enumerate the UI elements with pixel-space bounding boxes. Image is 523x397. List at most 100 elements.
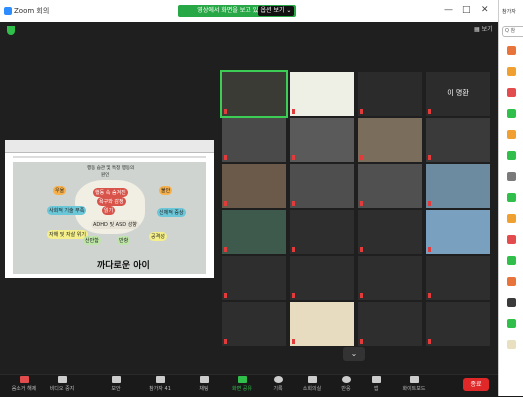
microphone-icon	[19, 376, 29, 383]
whiteboard-button[interactable]: 화이트보드	[394, 376, 434, 392]
share-label: 화면 공유	[232, 386, 252, 392]
share-screen-button[interactable]: 화면 공유	[222, 376, 262, 392]
mute-button[interactable]: 음소거 해제	[4, 376, 44, 392]
slide-center-1: 행동 속 숨겨진	[93, 188, 128, 197]
participant-tile[interactable]	[290, 256, 354, 300]
participant-avatar[interactable]	[507, 319, 516, 328]
shared-screen: 행동 습관 및 특정 행동의 원인 행동 속 숨겨진 욕구와 감정 읽기 ADH…	[5, 140, 214, 278]
mute-label: 음소거 해제	[11, 386, 37, 392]
slide-pill-6: 공격성	[149, 232, 167, 241]
participant-search-input[interactable]: Q 참	[502, 26, 523, 37]
close-button[interactable]: ✕	[481, 5, 489, 15]
minimize-button[interactable]: —	[444, 5, 453, 15]
participant-tile[interactable]	[426, 118, 490, 162]
participant-tile[interactable]	[290, 302, 354, 346]
end-meeting-button[interactable]: 종료	[463, 378, 489, 391]
participant-tile[interactable]	[358, 210, 422, 254]
participant-avatar[interactable]	[507, 130, 516, 139]
slide-pill-4: 신체적 증상	[157, 208, 186, 217]
muted-mic-icon	[428, 247, 431, 252]
participant-avatar[interactable]	[507, 235, 516, 244]
zoom-icon	[4, 7, 12, 15]
participants-button[interactable]: 참가자 41	[140, 376, 180, 392]
apps-icon	[371, 376, 381, 383]
share-icon	[237, 376, 247, 383]
participant-avatar[interactable]	[507, 193, 516, 202]
participant-avatar[interactable]	[507, 340, 516, 349]
participant-avatar[interactable]	[507, 277, 516, 286]
muted-mic-icon	[224, 201, 227, 206]
muted-mic-icon	[224, 247, 227, 252]
people-icon	[155, 376, 165, 383]
slide-pill-2: 불안	[159, 186, 173, 195]
presentation-slide: 행동 습관 및 특정 행동의 원인 행동 속 숨겨진 욕구와 감정 읽기 ADH…	[13, 162, 206, 274]
reactions-label: 반응	[341, 386, 351, 392]
participant-avatar[interactable]	[507, 256, 516, 265]
participant-tile[interactable]	[426, 164, 490, 208]
muted-mic-icon	[360, 293, 363, 298]
participant-tile[interactable]	[290, 72, 354, 116]
participant-tile[interactable]	[358, 164, 422, 208]
panel-header: 참가자	[502, 9, 516, 15]
participant-avatar[interactable]	[507, 67, 516, 76]
muted-mic-icon	[360, 201, 363, 206]
muted-mic-icon	[360, 155, 363, 160]
participant-tile[interactable]: 이 명환	[426, 72, 490, 116]
participant-avatar[interactable]	[507, 172, 516, 181]
muted-mic-icon	[428, 339, 431, 344]
muted-mic-icon	[428, 155, 431, 160]
participant-tile[interactable]	[290, 118, 354, 162]
participant-avatar[interactable]	[507, 88, 516, 97]
chat-icon	[199, 376, 209, 383]
breakout-label: 소회의실	[302, 386, 322, 392]
slide-center-3: 읽기	[102, 206, 116, 215]
participant-avatar[interactable]	[507, 298, 516, 307]
video-button[interactable]: 비디오 중지	[42, 376, 82, 392]
participant-avatar[interactable]	[507, 151, 516, 160]
slide-pill-8: 반항	[117, 236, 131, 245]
participant-tile[interactable]	[290, 210, 354, 254]
participant-tile[interactable]	[222, 302, 286, 346]
meeting-toolbar: 음소거 해제 비디오 중지 보안 참가자 41 채팅 화면 공유 기록 소회의실…	[0, 374, 498, 397]
participant-tile[interactable]	[426, 302, 490, 346]
participant-tile[interactable]	[222, 164, 286, 208]
whiteboard-label: 화이트보드	[402, 386, 426, 392]
slide-pill-5: 자해 및 자살 위기	[47, 230, 88, 239]
record-label: 기록	[273, 386, 283, 392]
view-options-button[interactable]: 옵션 보기 ⌄	[258, 6, 294, 16]
chat-button[interactable]: 채팅	[184, 376, 224, 392]
participant-tile[interactable]	[358, 256, 422, 300]
record-icon	[273, 376, 283, 383]
participant-tile[interactable]	[220, 70, 288, 118]
participant-tile[interactable]	[358, 72, 422, 116]
apps-button[interactable]: 앱	[356, 376, 396, 392]
view-button[interactable]: ▦ 보기	[474, 24, 493, 33]
maximize-button[interactable]: □	[462, 5, 471, 15]
participant-tile[interactable]	[426, 256, 490, 300]
participant-tile[interactable]	[222, 118, 286, 162]
muted-mic-icon	[292, 109, 295, 114]
chat-label: 채팅	[199, 386, 209, 392]
slide-pill-7: 산만함	[83, 236, 101, 245]
participant-tile[interactable]	[222, 210, 286, 254]
participant-tile[interactable]	[358, 302, 422, 346]
chevron-down-icon[interactable]: ⌄	[343, 347, 365, 361]
grid-icon	[307, 376, 317, 383]
muted-mic-icon	[428, 293, 431, 298]
participant-avatar[interactable]	[507, 46, 516, 55]
participant-tile[interactable]	[222, 256, 286, 300]
window-titlebar: Zoom 회의 영상에서 화면을 보고 있습니다. 옵션 보기 ⌄ — □ ✕	[0, 0, 498, 22]
participant-avatar[interactable]	[507, 214, 516, 223]
participant-tile[interactable]	[290, 164, 354, 208]
security-button[interactable]: 보안	[96, 376, 136, 392]
slide-top-text-2: 원인	[101, 173, 110, 178]
participant-tile[interactable]	[358, 118, 422, 162]
slide-top-text-1: 행동 습관 및 특정 행동의	[87, 166, 135, 171]
muted-mic-icon	[292, 247, 295, 252]
whiteboard-icon	[409, 376, 419, 383]
muted-mic-icon	[292, 201, 295, 206]
participant-avatar[interactable]	[507, 109, 516, 118]
shield-icon	[111, 376, 121, 383]
participant-tile[interactable]	[426, 210, 490, 254]
slide-pill-1: 우울	[53, 186, 67, 195]
